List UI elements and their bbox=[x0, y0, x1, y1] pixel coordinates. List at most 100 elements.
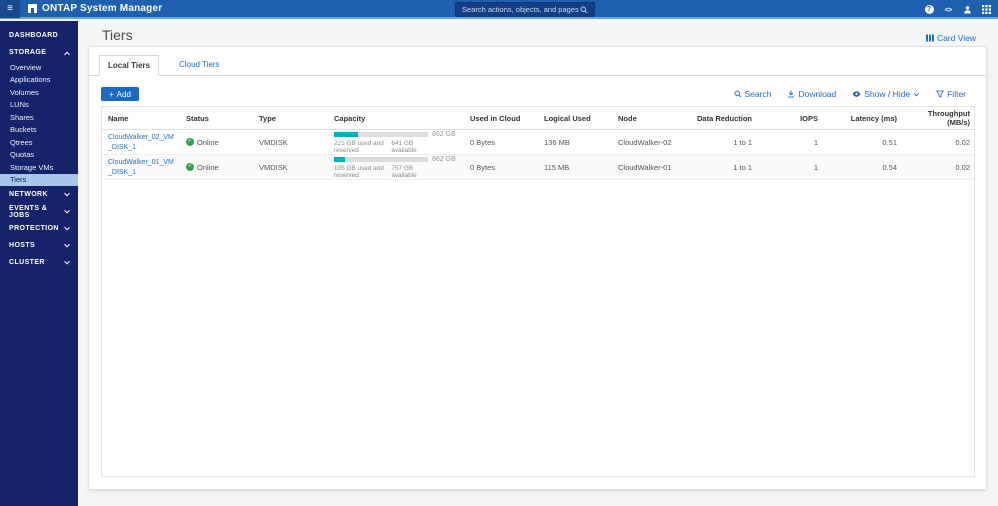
status-label: Online bbox=[197, 163, 219, 172]
table-toolbar: + Add Search Download Show / Hide bbox=[101, 85, 966, 103]
sidebar-item-tiers[interactable]: Tiers bbox=[0, 174, 78, 187]
tier-name-link[interactable]: CloudWalker_01_VM_DISK_1 bbox=[108, 159, 174, 176]
col-header-data-reduction[interactable]: Data Reduction bbox=[685, 114, 758, 123]
sidebar-item-qtrees[interactable]: Qtrees bbox=[0, 136, 78, 149]
sidebar-item-volumes[interactable]: Volumes bbox=[0, 86, 78, 99]
card-view-toggle[interactable]: Card View bbox=[926, 33, 976, 43]
type-cell: VMDISK bbox=[253, 138, 328, 147]
code-icon[interactable]: <> bbox=[943, 5, 953, 15]
help-icon[interactable]: ? bbox=[924, 5, 934, 15]
chevron-up-icon bbox=[64, 51, 70, 57]
col-header-name[interactable]: Name bbox=[102, 114, 180, 123]
sidebar-section-cluster[interactable]: CLUSTER bbox=[0, 254, 78, 271]
node-cell: CloudWalker-01 bbox=[612, 163, 685, 172]
used-in-cloud-cell: 0 Bytes bbox=[464, 138, 538, 147]
page-title: Tiers bbox=[102, 27, 133, 43]
user-icon[interactable] bbox=[962, 5, 972, 15]
tab-cloud-tiers[interactable]: Cloud Tiers bbox=[171, 54, 227, 75]
chevron-down-icon bbox=[64, 207, 69, 212]
col-header-capacity[interactable]: Capacity bbox=[328, 114, 464, 123]
latency-cell: 0.51 bbox=[824, 138, 903, 147]
online-status-icon: ✓ bbox=[186, 138, 194, 146]
chevron-down-icon bbox=[64, 241, 70, 247]
sidebar-section-protection[interactable]: PROTECTION bbox=[0, 220, 78, 237]
status-cell: ✓ Online bbox=[180, 138, 253, 147]
capacity-used-label: 221 GB used and reserved bbox=[334, 140, 391, 154]
sidebar-section-network[interactable]: NETWORK bbox=[0, 186, 78, 203]
filter-button[interactable]: Filter bbox=[936, 89, 966, 99]
throughput-cell: 0.02 bbox=[903, 138, 976, 147]
capacity-bar-fill bbox=[334, 132, 358, 137]
search-icon bbox=[734, 90, 742, 98]
logical-used-cell: 136 MB bbox=[538, 138, 612, 147]
col-header-logical-used[interactable]: Logical Used bbox=[538, 114, 612, 123]
capacity-cell: 862 GB 105 GB used and reserved 757 GB a… bbox=[328, 156, 464, 179]
sidebar-item-storage-vms[interactable]: Storage VMs bbox=[0, 161, 78, 174]
table-search-button[interactable]: Search bbox=[734, 89, 772, 99]
eye-icon bbox=[852, 90, 861, 98]
sidebar-item-applications[interactable]: Applications bbox=[0, 74, 78, 87]
col-header-used-in-cloud[interactable]: Used in Cloud bbox=[464, 114, 538, 123]
table-header-row: Name Status Type Capacity Used in Cloud … bbox=[102, 107, 974, 130]
iops-cell: 1 bbox=[758, 163, 824, 172]
add-button[interactable]: + Add bbox=[101, 87, 139, 101]
sidebar-nav: DASHBOARD STORAGE Overview Applications … bbox=[0, 21, 78, 506]
sidebar-section-storage[interactable]: STORAGE bbox=[0, 44, 78, 61]
sidebar-item-overview[interactable]: Overview bbox=[0, 61, 78, 74]
sidebar-item-luns[interactable]: LUNs bbox=[0, 99, 78, 112]
sidebar-item-shares[interactable]: Shares bbox=[0, 111, 78, 124]
col-header-latency[interactable]: Latency (ms) bbox=[824, 114, 903, 123]
latency-cell: 0.54 bbox=[824, 163, 903, 172]
logical-used-cell: 115 MB bbox=[538, 163, 612, 172]
capacity-available-label: 641 GB available bbox=[391, 140, 428, 154]
used-in-cloud-cell: 0 Bytes bbox=[464, 163, 538, 172]
col-header-iops[interactable]: IOPS bbox=[758, 114, 824, 123]
col-header-node[interactable]: Node bbox=[612, 114, 685, 123]
apps-grid-icon[interactable] bbox=[981, 5, 991, 15]
table-row: CloudWalker_01_VM_DISK_1 ✓ Online VMDISK… bbox=[102, 155, 974, 180]
tab-local-tiers[interactable]: Local Tiers bbox=[99, 55, 159, 76]
download-icon bbox=[787, 90, 795, 98]
chevron-down-icon bbox=[64, 190, 70, 196]
global-search-input[interactable]: Search actions, objects, and pages bbox=[455, 2, 595, 17]
type-cell: VMDISK bbox=[253, 163, 328, 172]
sidebar-item-dashboard[interactable]: DASHBOARD bbox=[0, 27, 78, 44]
status-cell: ✓ Online bbox=[180, 163, 253, 172]
node-cell: CloudWalker-02 bbox=[612, 138, 685, 147]
status-label: Online bbox=[197, 138, 219, 147]
chevron-down-icon bbox=[64, 258, 70, 264]
sidebar-section-events-jobs[interactable]: EVENTS & JOBS bbox=[0, 203, 78, 220]
download-button[interactable]: Download bbox=[787, 89, 836, 99]
capacity-cell: 862 GB 221 GB used and reserved 641 GB a… bbox=[328, 131, 464, 154]
filter-icon bbox=[936, 90, 944, 98]
capacity-bar bbox=[334, 157, 428, 162]
col-header-throughput[interactable]: Throughput (MB/s) bbox=[903, 109, 976, 127]
tier-tabs: Local Tiers Cloud Tiers bbox=[89, 55, 986, 76]
hamburger-menu-icon[interactable]: ≡ bbox=[0, 0, 20, 18]
tier-name-link[interactable]: CloudWalker_02_VM_DISK_1 bbox=[108, 134, 174, 151]
plus-icon: + bbox=[109, 90, 114, 99]
search-placeholder: Search actions, objects, and pages bbox=[462, 5, 579, 14]
data-reduction-cell: 1 to 1 bbox=[685, 163, 758, 172]
throughput-cell: 0.02 bbox=[903, 163, 976, 172]
capacity-total: 862 GB bbox=[432, 131, 456, 138]
search-icon bbox=[580, 6, 588, 14]
netapp-logo bbox=[28, 4, 37, 13]
capacity-available-label: 757 GB available bbox=[391, 165, 428, 179]
app-title: ONTAP System Manager bbox=[42, 3, 162, 14]
sidebar-item-buckets[interactable]: Buckets bbox=[0, 124, 78, 137]
card-view-icon bbox=[926, 34, 934, 42]
chevron-down-icon bbox=[913, 91, 920, 98]
capacity-bar-fill bbox=[334, 157, 345, 162]
col-header-status[interactable]: Status bbox=[180, 114, 253, 123]
tiers-card: Local Tiers Cloud Tiers + Add Search Dow… bbox=[88, 46, 987, 490]
table-row: CloudWalker_02_VM_DISK_1 ✓ Online VMDISK… bbox=[102, 130, 974, 155]
show-hide-button[interactable]: Show / Hide bbox=[852, 89, 920, 99]
sidebar-section-hosts[interactable]: HOSTS bbox=[0, 237, 78, 254]
iops-cell: 1 bbox=[758, 138, 824, 147]
data-reduction-cell: 1 to 1 bbox=[685, 138, 758, 147]
sidebar-item-quotas[interactable]: Quotas bbox=[0, 149, 78, 162]
capacity-used-label: 105 GB used and reserved bbox=[334, 165, 391, 179]
capacity-total: 862 GB bbox=[432, 156, 456, 163]
col-header-type[interactable]: Type bbox=[253, 114, 328, 123]
